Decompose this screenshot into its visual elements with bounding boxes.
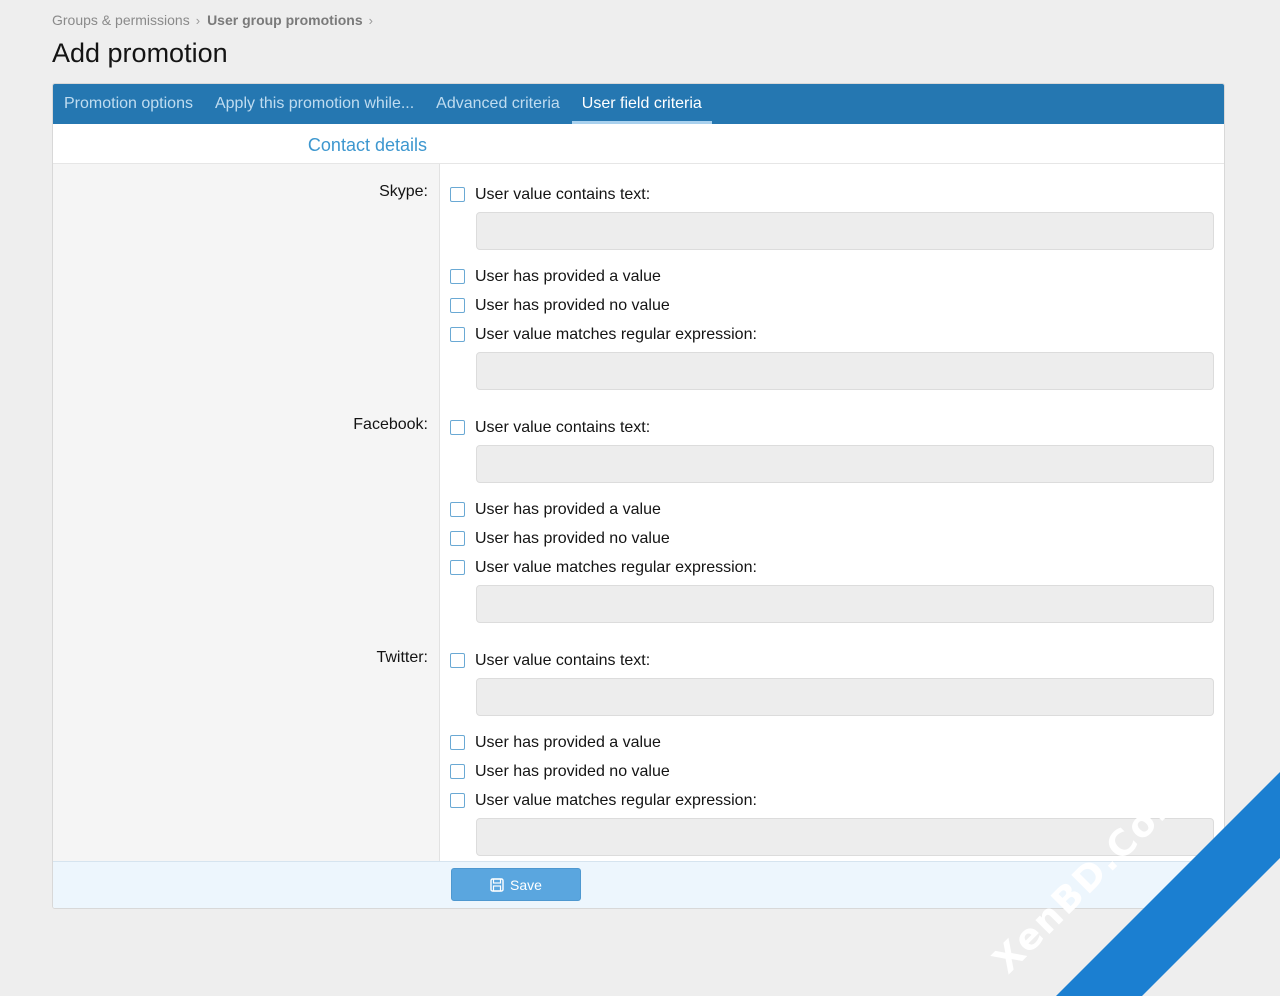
breadcrumb: Groups & permissions › User group promot… bbox=[52, 12, 380, 28]
checkbox-skype-contains-text[interactable]: User value contains text: bbox=[450, 180, 1214, 209]
checkbox-box[interactable] bbox=[450, 764, 465, 779]
checkbox-box[interactable] bbox=[450, 269, 465, 284]
checkbox-box[interactable] bbox=[450, 187, 465, 202]
chevron-right-icon: › bbox=[195, 12, 201, 28]
checkbox-label: User has provided no value bbox=[475, 529, 670, 547]
save-icon bbox=[490, 877, 504, 892]
checkbox-label: User value contains text: bbox=[475, 185, 651, 203]
checkbox-twitter-contains-text[interactable]: User value contains text: bbox=[450, 646, 1214, 675]
facebook-contains-text-input[interactable] bbox=[476, 445, 1214, 483]
checkbox-label: User has provided a value bbox=[475, 500, 661, 518]
checkbox-twitter-provided-value[interactable]: User has provided a value bbox=[450, 728, 1214, 757]
save-button[interactable]: Save bbox=[451, 868, 581, 901]
checkbox-facebook-contains-text[interactable]: User value contains text: bbox=[450, 413, 1214, 442]
field-options-skype: User value contains text: User has provi… bbox=[450, 180, 1214, 402]
tab-apply-promotion-while[interactable]: Apply this promotion while... bbox=[205, 84, 424, 124]
skype-regex-input[interactable] bbox=[476, 352, 1214, 390]
checkbox-label: User has provided no value bbox=[475, 762, 670, 780]
field-label-facebook: Facebook: bbox=[353, 416, 428, 433]
checkbox-facebook-no-value[interactable]: User has provided no value bbox=[450, 524, 1214, 553]
checkbox-box[interactable] bbox=[450, 531, 465, 546]
tab-advanced-criteria[interactable]: Advanced criteria bbox=[426, 84, 570, 124]
form-body: Skype: User value contains text: User ha… bbox=[53, 164, 1224, 862]
section-header: Contact details bbox=[53, 124, 1224, 164]
checkbox-box[interactable] bbox=[450, 298, 465, 313]
checkbox-box[interactable] bbox=[450, 420, 465, 435]
checkbox-label: User value contains text: bbox=[475, 651, 651, 669]
tab-promotion-options[interactable]: Promotion options bbox=[54, 84, 203, 124]
page-title: Add promotion bbox=[52, 38, 228, 68]
checkbox-twitter-no-value[interactable]: User has provided no value bbox=[450, 757, 1214, 786]
checkbox-box[interactable] bbox=[450, 327, 465, 342]
checkbox-label: User value matches regular expression: bbox=[475, 325, 757, 343]
twitter-contains-text-input[interactable] bbox=[476, 678, 1214, 716]
checkbox-label: User value contains text: bbox=[475, 418, 651, 436]
checkbox-skype-no-value[interactable]: User has provided no value bbox=[450, 291, 1214, 320]
checkbox-twitter-regex[interactable]: User value matches regular expression: bbox=[450, 786, 1214, 815]
breadcrumb-groups-permissions[interactable]: Groups & permissions bbox=[52, 12, 190, 28]
save-button-label: Save bbox=[510, 876, 542, 893]
tab-bar: Promotion options Apply this promotion w… bbox=[53, 84, 1224, 124]
label-column bbox=[53, 164, 440, 862]
section-title: Contact details bbox=[307, 135, 427, 155]
checkbox-facebook-regex[interactable]: User value matches regular expression: bbox=[450, 553, 1214, 582]
field-options-facebook: User value contains text: User has provi… bbox=[450, 413, 1214, 635]
breadcrumb-user-group-promotions[interactable]: User group promotions bbox=[207, 12, 363, 28]
checkbox-label: User value matches regular expression: bbox=[475, 558, 757, 576]
checkbox-box[interactable] bbox=[450, 793, 465, 808]
field-label-twitter: Twitter: bbox=[376, 649, 428, 666]
checkbox-box[interactable] bbox=[450, 653, 465, 668]
checkbox-box[interactable] bbox=[450, 735, 465, 750]
tab-user-field-criteria[interactable]: User field criteria bbox=[571, 84, 712, 124]
checkbox-skype-regex[interactable]: User value matches regular expression: bbox=[450, 320, 1214, 349]
facebook-regex-input[interactable] bbox=[476, 585, 1214, 623]
checkbox-box[interactable] bbox=[450, 560, 465, 575]
checkbox-skype-provided-value[interactable]: User has provided a value bbox=[450, 262, 1214, 291]
checkbox-label: User has provided no value bbox=[475, 296, 670, 314]
promotion-form: Promotion options Apply this promotion w… bbox=[52, 83, 1225, 909]
checkbox-label: User value matches regular expression: bbox=[475, 791, 757, 809]
field-options-twitter: User value contains text: User has provi… bbox=[450, 646, 1214, 868]
checkbox-label: User has provided a value bbox=[475, 267, 661, 285]
field-label-skype: Skype: bbox=[379, 183, 428, 200]
page: Groups & permissions › User group promot… bbox=[0, 0, 1280, 996]
skype-contains-text-input[interactable] bbox=[476, 212, 1214, 250]
checkbox-label: User has provided a value bbox=[475, 733, 661, 751]
checkbox-box[interactable] bbox=[450, 502, 465, 517]
checkbox-facebook-provided-value[interactable]: User has provided a value bbox=[450, 495, 1214, 524]
chevron-right-icon: › bbox=[368, 12, 373, 28]
